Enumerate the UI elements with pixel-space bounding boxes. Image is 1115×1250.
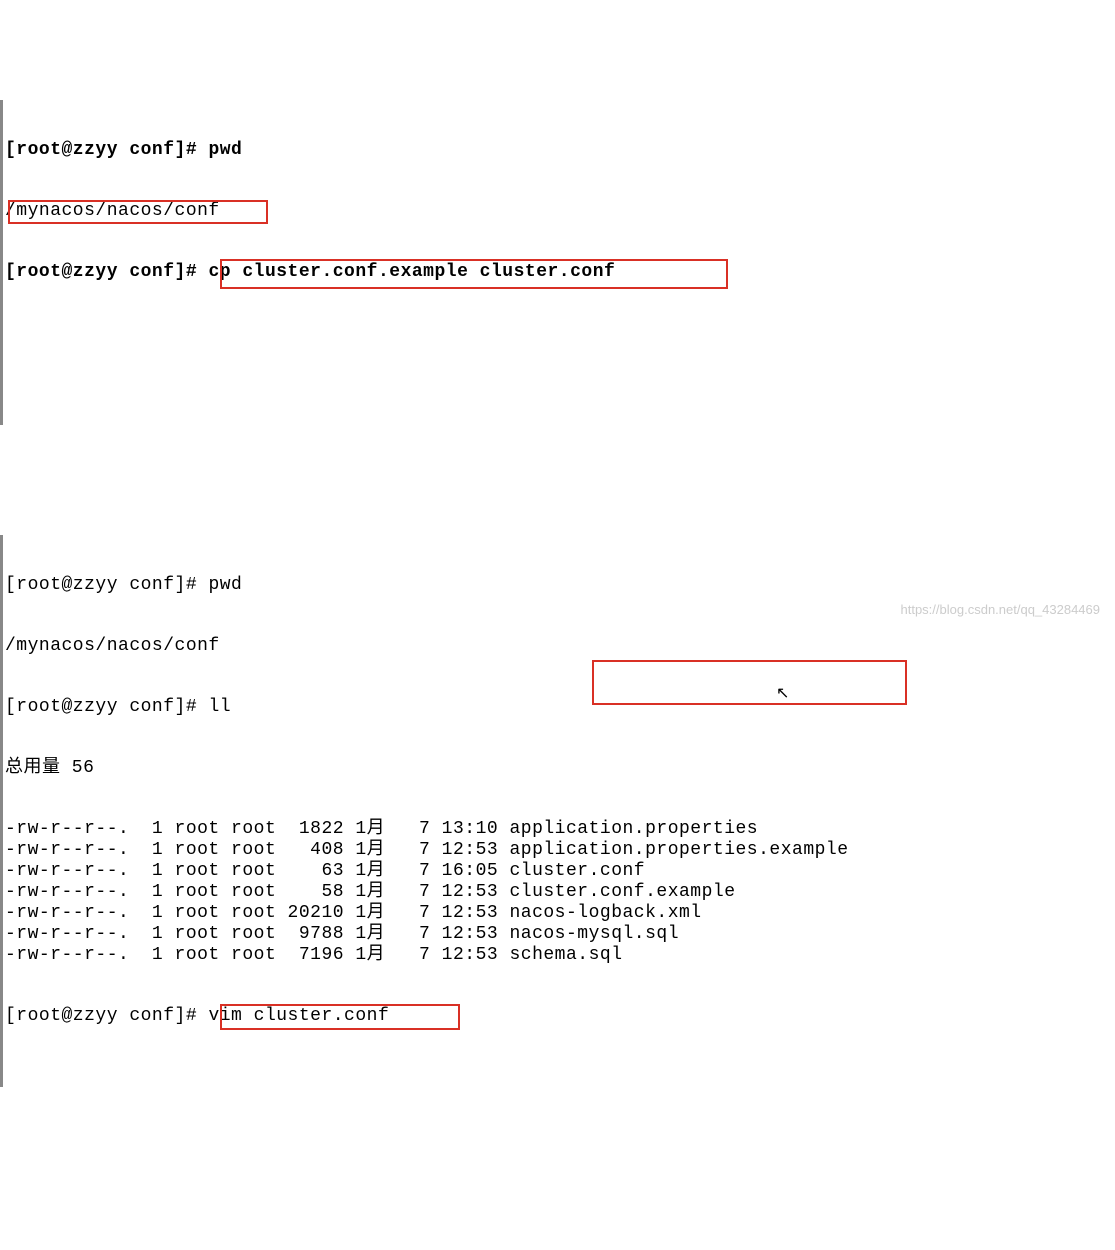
file-row: -rw-r--r--. 1 root root 63 1月 7 16:05 cl… (5, 861, 1115, 882)
cmd-pwd: pwd (208, 140, 242, 160)
highlight-box-files (592, 660, 907, 705)
file-row: -rw-r--r--. 1 root root 7196 1月 7 12:53 … (5, 945, 1115, 966)
highlight-box (220, 1004, 460, 1030)
watermark: https://blog.csdn.net/qq_43284469 (901, 602, 1101, 617)
terminal-line (5, 384, 1115, 405)
terminal-line: /mynacos/nacos/conf (5, 201, 1115, 222)
terminal-block-2: [root@zzyy conf]# pwd /mynacos/nacos/con… (0, 535, 1115, 1087)
file-row: -rw-r--r--. 1 root root 408 1月 7 12:53 a… (5, 840, 1115, 861)
highlight-box (220, 259, 728, 289)
total-line: 总用量 56 (5, 758, 1115, 779)
terminal-line: [root@zzyy conf]# pwd (5, 575, 1115, 596)
prompt: [root@zzyy conf]# (5, 140, 208, 160)
file-row: -rw-r--r--. 1 root root 20210 1月 7 12:53… (5, 903, 1115, 924)
terminal-line: [root@zzyy conf]# ll (5, 697, 1115, 718)
file-row: -rw-r--r--. 1 root root 58 1月 7 12:53 cl… (5, 882, 1115, 903)
file-listing: -rw-r--r--. 1 root root 1822 1月 7 13:10 … (5, 819, 1115, 966)
terminal-block-1: [root@zzyy conf]# pwd /mynacos/nacos/con… (0, 100, 1115, 425)
terminal-line: [root@zzyy conf]# cp cluster.conf.exampl… (5, 262, 1115, 283)
terminal-line (5, 323, 1115, 344)
terminal-line: /mynacos/nacos/conf (5, 636, 1115, 657)
cmd-ll: ll (208, 697, 231, 717)
pwd-output: /mynacos/nacos/conf (5, 636, 220, 656)
prompt: [root@zzyy conf]# (5, 1006, 208, 1026)
terminal-line: [root@zzyy conf]# vim cluster.conf (5, 1006, 1115, 1027)
prompt: [root@zzyy conf]# (5, 697, 208, 717)
cmd-pwd: pwd (208, 575, 242, 595)
file-row: -rw-r--r--. 1 root root 1822 1月 7 13:10 … (5, 819, 1115, 840)
highlight-box (8, 200, 268, 224)
terminal-line: [root@zzyy conf]# pwd (5, 140, 1115, 161)
prompt: [root@zzyy conf]# (5, 575, 208, 595)
prompt: [root@zzyy conf]# (5, 262, 208, 282)
file-row: -rw-r--r--. 1 root root 9788 1月 7 12:53 … (5, 924, 1115, 945)
mouse-cursor-icon: ↖ (776, 683, 790, 703)
